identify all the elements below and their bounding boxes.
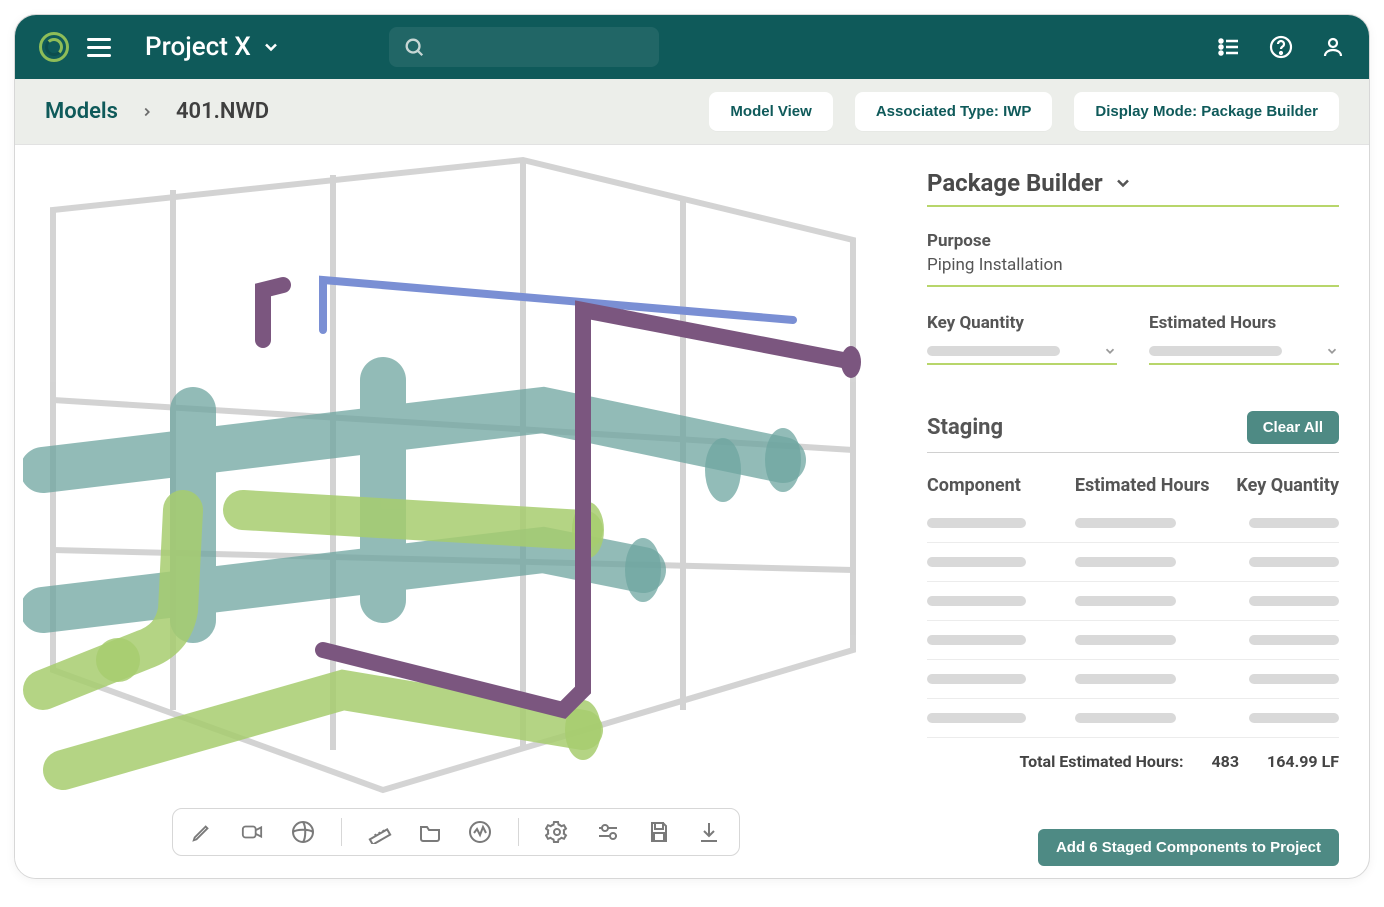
panel-header[interactable]: Package Builder — [927, 169, 1339, 207]
viewer-toolbar — [172, 808, 740, 856]
activity-icon[interactable] — [468, 820, 492, 844]
estimated-hours-label: Estimated Hours — [1149, 313, 1339, 333]
search-icon — [403, 36, 425, 58]
menu-button[interactable] — [87, 38, 111, 57]
chevron-down-icon — [1325, 344, 1339, 358]
estimated-hours-select[interactable] — [1149, 339, 1339, 365]
save-icon[interactable] — [647, 820, 671, 844]
user-icon — [1321, 35, 1345, 59]
breadcrumb: Models 401.NWD — [45, 99, 269, 124]
panel-title: Package Builder — [927, 169, 1103, 197]
purpose-label: Purpose — [927, 231, 1339, 251]
app-logo — [39, 32, 69, 62]
help-button[interactable] — [1269, 35, 1293, 59]
video-icon[interactable] — [239, 821, 265, 843]
list-button[interactable] — [1217, 35, 1241, 59]
associated-type-button[interactable]: Associated Type: IWP — [855, 92, 1053, 131]
project-name: Project X — [145, 32, 251, 62]
col-hours: Estimated Hours — [1065, 475, 1224, 496]
key-quantity-select[interactable] — [927, 339, 1117, 365]
separator — [518, 818, 519, 846]
totals-label: Total Estimated Hours: — [1020, 752, 1184, 771]
folder-icon[interactable] — [418, 820, 442, 844]
profile-button[interactable] — [1321, 35, 1345, 59]
project-switcher[interactable]: Project X — [145, 32, 281, 62]
model-scene — [23, 150, 883, 850]
breadcrumb-root[interactable]: Models — [45, 99, 118, 124]
search-input[interactable] — [389, 27, 659, 67]
staging-table-head: Component Estimated Hours Key Quantity — [927, 475, 1339, 504]
chevron-down-icon — [1113, 173, 1133, 193]
key-quantity-label: Key Quantity — [927, 313, 1117, 333]
staging-totals: Total Estimated Hours: 483 164.99 LF — [927, 738, 1339, 771]
help-icon — [1269, 35, 1293, 59]
placeholder-bar — [927, 346, 1060, 356]
placeholder-bar — [1149, 346, 1282, 356]
chevron-down-icon — [261, 37, 281, 57]
table-row[interactable] — [927, 582, 1339, 621]
clear-all-button[interactable]: Clear All — [1247, 411, 1339, 444]
separator — [341, 818, 342, 846]
table-row[interactable] — [927, 504, 1339, 543]
col-component: Component — [927, 475, 1065, 496]
table-row[interactable] — [927, 699, 1339, 738]
model-viewer[interactable] — [15, 145, 897, 878]
col-qty: Key Quantity — [1224, 475, 1339, 496]
gear-icon[interactable] — [545, 820, 569, 844]
display-mode-button[interactable]: Display Mode: Package Builder — [1074, 92, 1339, 131]
download-icon[interactable] — [697, 820, 721, 844]
table-row[interactable] — [927, 660, 1339, 699]
staging-title: Staging — [927, 415, 1003, 440]
chevron-right-icon — [140, 105, 154, 119]
sliders-icon[interactable] — [595, 820, 621, 844]
chevron-down-icon — [1103, 344, 1117, 358]
list-icon — [1217, 35, 1241, 59]
totals-qty: 164.99 LF — [1267, 752, 1339, 771]
table-row[interactable] — [927, 543, 1339, 582]
model-view-button[interactable]: Model View — [709, 92, 832, 131]
breadcrumb-current: 401.NWD — [176, 99, 269, 124]
totals-hours: 483 — [1212, 752, 1240, 771]
ruler-icon[interactable] — [368, 820, 392, 844]
pencil-icon[interactable] — [191, 821, 213, 843]
purpose-value: Piping Installation — [927, 255, 1339, 287]
aperture-icon[interactable] — [291, 820, 315, 844]
table-row[interactable] — [927, 621, 1339, 660]
add-staged-button[interactable]: Add 6 Staged Components to Project — [1038, 829, 1339, 866]
